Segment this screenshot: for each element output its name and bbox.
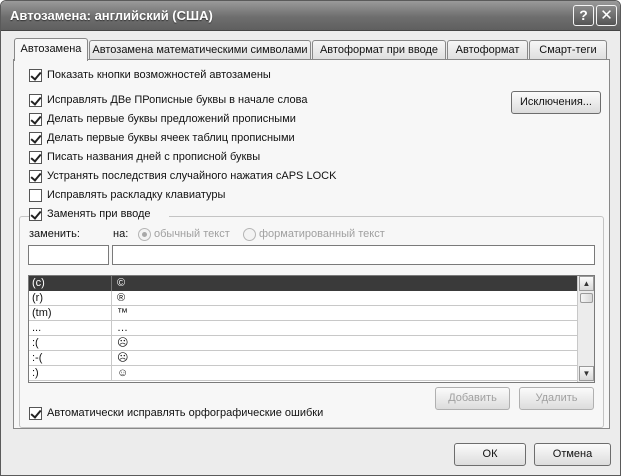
scroll-thumb[interactable] (580, 293, 593, 303)
list-row-from: :) (32, 367, 39, 379)
column-divider (111, 366, 112, 381)
column-divider (111, 321, 112, 336)
plain-text-radio[interactable] (138, 228, 151, 241)
plain-text-label: обычный текст (154, 228, 230, 240)
replace-typing-label: Заменять при вводе (47, 208, 151, 220)
add-button[interactable]: Добавить (435, 387, 510, 410)
day-names-label: Писать названия дней с прописной буквы (47, 151, 261, 163)
list-row-to: © (117, 277, 126, 289)
caps-lock-label: Устранять последствия случайного нажатия… (47, 170, 337, 182)
panel-content: Показать кнопки возможностей автозамены … (1, 1, 620, 475)
column-divider (111, 306, 112, 321)
table-caps-label: Делать первые буквы ячеек таблиц прописн… (47, 132, 295, 144)
list-row[interactable]: (c) © (29, 276, 577, 291)
caps-lock-checkbox[interactable] (29, 170, 42, 183)
column-divider (111, 336, 112, 351)
list-row[interactable]: :-( ☹ (29, 351, 577, 366)
column-divider (111, 276, 112, 291)
sentence-caps-label: Делать первые буквы предложений прописны… (47, 113, 296, 125)
list-row-from: :-( (32, 352, 43, 364)
keyboard-layout-checkbox[interactable] (29, 189, 42, 202)
list-row-from: (c) (32, 277, 45, 289)
auto-spell-checkbox[interactable] (29, 407, 42, 420)
show-buttons-checkbox[interactable] (29, 69, 42, 82)
auto-spell-label: Автоматически исправлять орфографические… (47, 407, 324, 419)
list-row-to: ™ (117, 307, 128, 319)
list-row-to: ☹ (117, 352, 129, 364)
list-row[interactable]: :) ☺ (29, 366, 577, 381)
replace-label: заменить: (29, 228, 80, 240)
option-replace-typing[interactable]: Заменять при вводе (29, 207, 169, 223)
exceptions-button[interactable]: Исключения... (511, 91, 601, 114)
list-row-to: ® (117, 292, 126, 304)
two-caps-label: Исправлять ДВе ПРописные буквы в начале … (47, 94, 308, 106)
list-row-from: ... (32, 322, 42, 334)
show-buttons-label: Показать кнопки возможностей автозамены (47, 69, 271, 81)
ok-button[interactable]: ОК (454, 443, 526, 466)
day-names-checkbox[interactable] (29, 151, 42, 164)
list-row-to: ☹ (117, 337, 129, 349)
list-row[interactable]: (r) ® (29, 291, 577, 306)
list-row-to: … (117, 322, 128, 334)
sentence-caps-checkbox[interactable] (29, 113, 42, 126)
list-row[interactable]: :( ☹ (29, 336, 577, 351)
with-label: на: (113, 228, 129, 240)
replace-input[interactable] (28, 245, 109, 265)
table-caps-checkbox[interactable] (29, 132, 42, 145)
with-input[interactable] (112, 245, 595, 265)
delete-button[interactable]: Удалить (519, 387, 594, 410)
scroll-up-icon[interactable]: ▲ (579, 276, 594, 291)
list-row-from: (r) (32, 292, 43, 304)
keyboard-layout-label: Исправлять раскладку клавиатуры (47, 189, 226, 201)
formatted-text-radio[interactable] (243, 228, 256, 241)
autocorrect-dialog: Автозамена: английский (США) ? ✕ Автозам… (0, 0, 621, 476)
scroll-down-icon[interactable]: ▼ (579, 366, 594, 381)
cancel-button[interactable]: Отмена (534, 443, 611, 466)
list-scrollbar[interactable]: ▲ ▼ (577, 276, 594, 382)
list-row-to: ☺ (117, 367, 129, 379)
column-divider (111, 291, 112, 306)
replacement-list[interactable]: (c) © (r) ® (tm) ™ ... … :(☹:-(☹:) ☺… (28, 275, 595, 383)
column-divider (111, 351, 112, 366)
list-row-from: (tm) (32, 307, 52, 319)
formatted-text-label: форматированный текст (259, 228, 385, 240)
list-row[interactable]: (tm) ™ (29, 306, 577, 321)
two-caps-checkbox[interactable] (29, 94, 42, 107)
replace-typing-checkbox[interactable] (29, 208, 42, 221)
list-row[interactable]: ... … (29, 321, 577, 336)
list-row-from: :( (32, 337, 39, 349)
